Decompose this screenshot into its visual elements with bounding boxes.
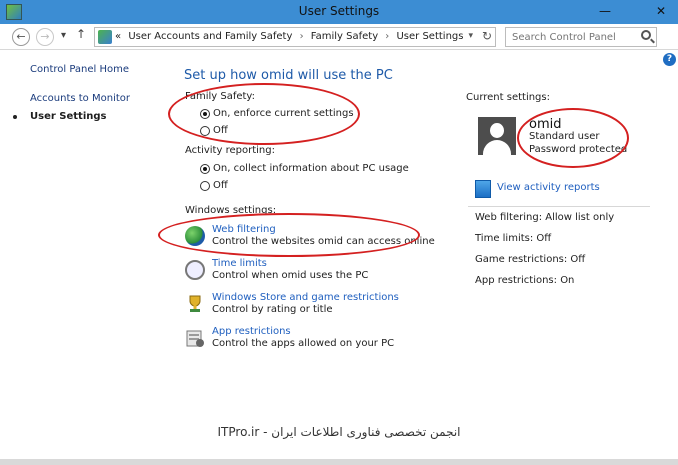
recent-locations-chevron-icon[interactable]: ▾ <box>61 30 66 41</box>
help-icon[interactable]: ? <box>663 53 676 66</box>
view-activity-reports-link[interactable]: View activity reports <box>497 182 600 193</box>
user-password-status: Password protected <box>529 144 628 155</box>
window-title: User Settings <box>298 4 380 18</box>
close-button[interactable]: ✕ <box>648 2 674 20</box>
address-dropdown-icon[interactable]: ▾ <box>468 31 473 41</box>
search-box[interactable] <box>505 27 657 47</box>
trophy-icon <box>189 295 201 312</box>
minimize-button[interactable]: — <box>592 2 618 20</box>
radio-label: On, enforce current settings <box>213 108 354 119</box>
up-button[interactable]: ↑ <box>76 27 86 41</box>
store-restrictions-link[interactable]: Windows Store and game restrictions <box>212 292 399 303</box>
user-type: Standard user <box>529 131 600 142</box>
nav-accounts-to-monitor[interactable]: Accounts to Monitor <box>30 93 130 104</box>
globe-icon <box>185 226 205 246</box>
web-filtering-link[interactable]: Web filtering <box>212 224 276 235</box>
summary-time-limits: Time limits: Off <box>475 233 552 244</box>
forward-button[interactable]: → <box>36 28 54 46</box>
app-restrictions-link[interactable]: App restrictions <box>212 326 291 337</box>
radio-unselected-icon[interactable] <box>200 125 210 136</box>
radio-label: Off <box>213 125 228 136</box>
nav-control-panel-home[interactable]: Control Panel Home <box>30 64 129 75</box>
address-bar: ← → ▾ ↑ « User Accounts and Family Safet… <box>0 24 678 50</box>
nav-user-settings[interactable]: User Settings <box>30 111 106 122</box>
breadcrumb-family-safety[interactable]: Family Safety <box>311 31 378 42</box>
radio-unselected-icon[interactable] <box>200 180 210 191</box>
time-limits-link[interactable]: Time limits <box>212 258 267 269</box>
app-restrictions-description: Control the apps allowed on your PC <box>212 338 395 349</box>
title-bar: User Settings — ✕ <box>0 0 678 24</box>
radio-selected-icon[interactable] <box>200 163 210 174</box>
family-safety-off-radio[interactable]: Off <box>200 125 228 136</box>
control-panel-icon <box>98 30 112 44</box>
breadcrumb-user-accounts[interactable]: User Accounts and Family Safety <box>128 31 292 42</box>
family-safety-label: Family Safety: <box>185 91 255 102</box>
web-filtering-description: Control the websites omid can access onl… <box>212 236 435 247</box>
activity-report-icon[interactable] <box>475 180 491 198</box>
activity-reporting-off-radio[interactable]: Off <box>200 180 228 191</box>
current-page-bullet <box>13 115 17 119</box>
radio-selected-icon[interactable] <box>200 108 210 119</box>
breadcrumb[interactable]: « User Accounts and Family Safety › Fami… <box>94 27 496 47</box>
current-settings-label: Current settings: <box>466 92 550 103</box>
refresh-icon[interactable]: ↻ <box>482 29 492 43</box>
time-limits-description: Control when omid uses the PC <box>212 270 369 281</box>
bottom-bar <box>0 459 678 465</box>
breadcrumb-user-settings[interactable]: User Settings <box>396 31 463 42</box>
page-title: Set up how omid will use the PC <box>184 68 393 83</box>
summary-game-restrictions: Game restrictions: Off <box>475 254 586 265</box>
summary-app-restrictions: App restrictions: On <box>475 275 575 286</box>
radio-label: On, collect information about PC usage <box>213 163 409 174</box>
user-avatar <box>478 117 516 155</box>
store-restrictions-description: Control by rating or title <box>212 304 333 315</box>
stopwatch-icon <box>185 260 205 280</box>
search-input[interactable] <box>506 28 636 46</box>
app-restrictions-icon <box>186 330 204 347</box>
windows-settings-label: Windows settings: <box>185 205 277 216</box>
activity-reporting-label: Activity reporting: <box>185 145 275 156</box>
family-safety-on-radio[interactable]: On, enforce current settings <box>200 108 354 119</box>
footer-watermark: ITPro.ir - انجمن تخصصی فناوری اطلاعات ای… <box>217 425 461 439</box>
radio-label: Off <box>213 180 228 191</box>
user-name: omid <box>529 117 562 132</box>
divider <box>468 206 650 207</box>
search-icon[interactable] <box>641 30 651 40</box>
back-button[interactable]: ← <box>12 28 30 46</box>
breadcrumb-separator-icon: › <box>385 31 390 42</box>
summary-web-filtering: Web filtering: Allow list only <box>475 212 615 223</box>
breadcrumb-separator-icon: › <box>299 31 304 42</box>
activity-reporting-on-radio[interactable]: On, collect information about PC usage <box>200 163 409 174</box>
breadcrumb-overflow[interactable]: « <box>115 31 121 42</box>
